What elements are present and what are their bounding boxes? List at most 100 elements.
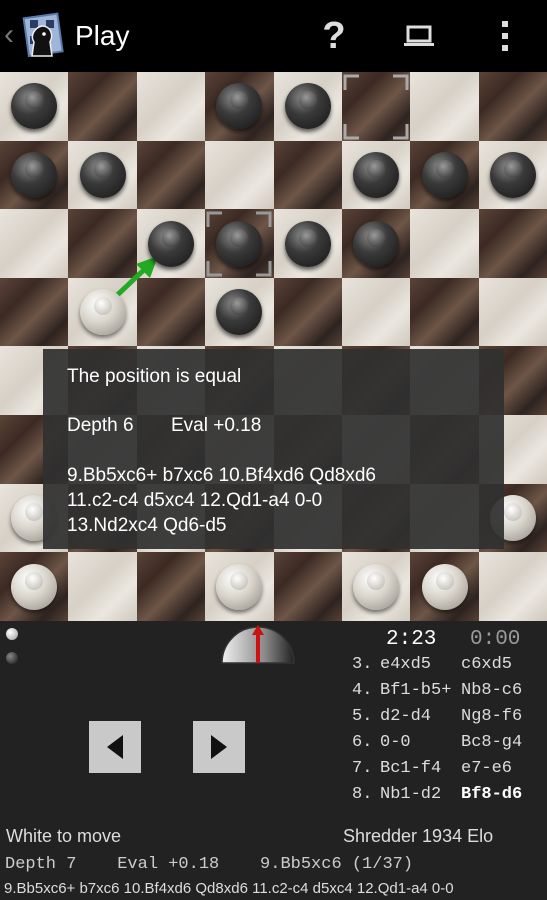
move-number: 5.	[352, 707, 373, 726]
move-row[interactable]: 3. e4xd5 c6xd5	[352, 655, 547, 681]
board-square[interactable]	[410, 72, 479, 141]
black-piece[interactable]	[284, 220, 331, 267]
move-row[interactable]: 6. 0-0 Bc8-g4	[352, 733, 547, 759]
board-square[interactable]	[0, 209, 69, 278]
help-icon[interactable]: ?	[310, 12, 358, 60]
black-move[interactable]: Bc8-g4	[461, 733, 522, 752]
piece-head	[504, 159, 522, 178]
engine-name: Shredder 1934 Elo	[343, 826, 494, 846]
piece-head	[367, 228, 386, 247]
black-piece[interactable]	[490, 151, 536, 198]
piece-head	[298, 91, 317, 110]
black-piece[interactable]	[353, 220, 400, 267]
move-row[interactable]: 5. d2-d4 Ng8-f6	[352, 707, 547, 733]
piece-head	[435, 571, 454, 590]
white-clock: 2:23	[386, 628, 437, 651]
board-square[interactable]	[68, 552, 137, 621]
move-number: 4.	[352, 681, 373, 700]
action-bar: ‹ Play ?	[0, 0, 547, 72]
black-piece[interactable]	[353, 151, 400, 198]
eval-summary: The position is equal	[67, 366, 242, 387]
white-move[interactable]: Bc1-f4	[380, 759, 441, 778]
white-piece[interactable]	[421, 563, 468, 610]
black-move[interactable]: Ng8-f6	[461, 707, 522, 726]
board-square[interactable]	[478, 552, 547, 621]
move-row[interactable]: 4. Bf1-b5+ Nb8-c6	[352, 681, 547, 707]
white-move[interactable]: Nb1-d2	[380, 785, 441, 804]
eval-depth: Depth 6	[67, 415, 134, 436]
piece-head	[367, 571, 386, 590]
black-piece[interactable]	[79, 151, 126, 198]
white-move[interactable]: 0-0	[380, 733, 411, 752]
white-piece[interactable]	[79, 289, 126, 336]
piece-head	[162, 228, 180, 247]
piece-head	[504, 502, 522, 521]
eval-pv-line-1: 9.Bb5xc6+ b7xc6 10.Bf4xd6 Qd8xd6	[67, 465, 376, 486]
previous-move-button[interactable]	[89, 721, 141, 773]
move-row[interactable]: 8. Nb1-d2 Bf8-d6	[352, 785, 547, 811]
board-square[interactable]	[136, 72, 206, 141]
white-move[interactable]: d2-d4	[380, 707, 431, 726]
white-move[interactable]: Bf1-b5+	[380, 681, 451, 700]
piece-head	[230, 571, 249, 590]
board-square[interactable]	[136, 552, 206, 621]
board-square[interactable]	[273, 140, 342, 210]
piece-head	[230, 297, 249, 316]
engine-principal-variation: 9.Bb5xc6+ b7xc6 10.Bf4xd6 Qd8xd6 11.c2-c…	[4, 880, 454, 897]
board-square[interactable]	[342, 277, 411, 347]
piece-head	[367, 159, 386, 178]
board-square[interactable]	[68, 72, 137, 141]
strength-gauge-icon[interactable]	[220, 623, 296, 665]
black-piece[interactable]	[216, 220, 263, 267]
piece-head	[435, 159, 454, 178]
app-logo-icon[interactable]	[20, 12, 64, 60]
black-player-icon	[6, 652, 18, 664]
board-square[interactable]	[410, 277, 479, 347]
black-piece[interactable]	[148, 220, 194, 267]
piece-head	[298, 228, 317, 247]
black-piece[interactable]	[421, 151, 468, 198]
white-piece[interactable]	[353, 563, 400, 610]
white-piece[interactable]	[216, 563, 263, 610]
white-piece[interactable]	[11, 563, 58, 610]
overflow-menu-icon[interactable]	[481, 12, 529, 60]
next-move-icon	[211, 735, 227, 759]
engine-analysis-line: Depth 7 Eval +0.18 9.Bb5xc6 (1/37)	[5, 855, 414, 874]
side-to-move: White to move	[6, 826, 122, 846]
move-row[interactable]: 7. Bc1-f4 e7-e6	[352, 759, 547, 785]
piece-head	[93, 159, 112, 178]
evaluation-popup[interactable]: The position is equal Depth 6 Eval +0.18…	[43, 349, 504, 549]
black-move[interactable]: Nb8-c6	[461, 681, 522, 700]
board-square[interactable]	[136, 140, 206, 210]
black-clock: 0:00	[470, 628, 521, 651]
move-number: 8.	[352, 785, 373, 804]
black-piece[interactable]	[11, 151, 58, 198]
board-square[interactable]	[273, 277, 342, 347]
chevron-left-icon[interactable]: ‹	[4, 18, 14, 52]
move-list[interactable]: 3. e4xd5 c6xd5 4. Bf1-b5+ Nb8-c6 5. d2-d4 Ng8-f6…	[352, 655, 547, 811]
black-piece[interactable]	[284, 83, 331, 130]
black-move[interactable]: e7-e6	[461, 759, 512, 778]
last-move-from-marker	[343, 74, 409, 140]
board-square[interactable]	[478, 277, 547, 347]
piece-head	[25, 159, 44, 178]
board-square[interactable]	[478, 72, 547, 141]
move-number: 6.	[352, 733, 373, 752]
page-title: Play	[75, 20, 130, 51]
eval-pv-line-2: 11.c2-c4 d5xc4 12.Qd1-a4 0-0	[67, 490, 323, 511]
next-move-button[interactable]	[193, 721, 245, 773]
black-move[interactable]: c6xd5	[461, 655, 512, 674]
board-square[interactable]	[205, 140, 274, 210]
laptop-icon[interactable]	[395, 12, 443, 60]
board-square[interactable]	[410, 209, 479, 278]
board-square[interactable]	[0, 277, 69, 347]
piece-head	[93, 297, 112, 316]
board-square[interactable]	[478, 209, 547, 278]
move-number: 3.	[352, 655, 373, 674]
board-square[interactable]	[273, 552, 342, 621]
previous-move-icon	[107, 735, 123, 759]
piece-head	[230, 228, 249, 247]
white-move[interactable]: e4xd5	[380, 655, 431, 674]
black-move[interactable]: Bf8-d6	[461, 785, 522, 804]
move-number: 7.	[352, 759, 373, 778]
